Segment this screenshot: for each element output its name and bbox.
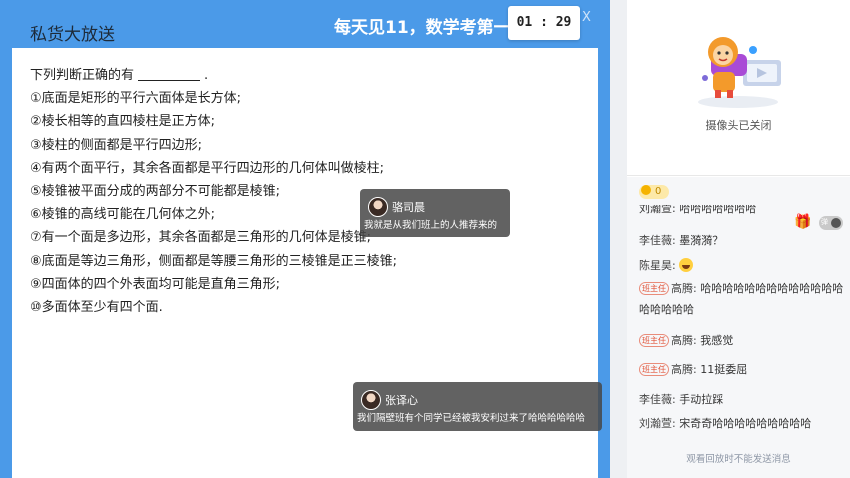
coin-counter: 0 bbox=[639, 185, 670, 199]
danmaku-user: 骆司晨 bbox=[392, 201, 425, 214]
chat-message: 班主任 高腾: 11挺委屈 bbox=[639, 359, 844, 380]
chat-disabled-notice: 观看回放时不能发送消息 bbox=[686, 454, 791, 465]
statement-5: ⑤棱锥被平面分成的两部分不可能都是棱锥; bbox=[30, 184, 281, 200]
avatar bbox=[368, 197, 388, 217]
teacher-badge: 班主任 bbox=[639, 363, 669, 376]
chat-panel: 0 刘瀚萱: 哈哈哈哈哈哈哈 🎁 弹 李佳薇: 墨漪漪？ 陈星昊: 班主任 高腾:… bbox=[627, 177, 850, 478]
app-root: 私货大放送 每天见11，数学考第一 01 : 29 X 下列判断正确的有. ①底… bbox=[0, 0, 850, 478]
camera-area: 摄像头已关闭 bbox=[627, 0, 850, 176]
statement-3: ③棱柱的侧面都是平行四边形; bbox=[30, 137, 203, 153]
gift-icon[interactable]: 🎁 bbox=[794, 214, 811, 230]
chat-message: 李佳薇: 墨漪漪？ bbox=[639, 234, 724, 247]
question-stem: 下列判断正确的有. bbox=[30, 68, 209, 83]
camera-status: 摄像头已关闭 bbox=[705, 119, 772, 132]
countdown-timer: 01 : 29 bbox=[508, 6, 580, 40]
teacher-badge: 班主任 bbox=[639, 282, 669, 295]
coin-icon bbox=[641, 185, 651, 195]
laughing-emoji-icon bbox=[679, 258, 694, 272]
classroom-stage: 私货大放送 每天见11，数学考第一 01 : 29 X 下列判断正确的有. ①底… bbox=[0, 0, 610, 478]
chat-message: 刘瀚萱: 宋奇奇哈哈哈哈哈哈哈哈哈 bbox=[639, 417, 812, 430]
chat-message: 李佳薇: 手动拉踩 bbox=[639, 393, 724, 406]
monkey-camera-icon bbox=[698, 37, 781, 108]
side-panel: 摄像头已关闭 0 刘瀚萱: 哈哈哈哈哈哈哈 🎁 弹 李佳薇: 墨漪漪？ 陈星昊:… bbox=[627, 0, 850, 478]
chat-message: 陈星昊: bbox=[639, 255, 844, 276]
statement-4: ④有两个面平行，其余各面都是平行四边形的几何体叫做棱柱; bbox=[30, 160, 385, 176]
danmaku-text: 我们隔壁班有个同学已经被我安利过来了哈哈哈哈哈哈 bbox=[357, 413, 586, 424]
danmaku-toggle[interactable]: 弹 bbox=[819, 216, 843, 230]
statement-7: ⑦有一个面是多边形，其余各面都是三角形的几何体是棱锥; bbox=[30, 230, 372, 246]
statement-1: ①底面是矩形的平行六面体是长方体; bbox=[30, 91, 242, 107]
statement-8: ⑧底面是等边三角形，侧面都是等腰三角形的三棱锥是正三棱锥; bbox=[30, 253, 398, 269]
question-text: 下列判断正确的有. ①底面是矩形的平行六面体是长方体; ②棱长相等的直四棱柱是正… bbox=[30, 64, 397, 319]
answer-blank bbox=[138, 68, 201, 81]
chat-message-cut: 刘瀚萱: 哈哈哈哈哈哈哈 bbox=[639, 205, 757, 215]
statement-9: ⑨四面体的四个外表面均可能是直角三角形; bbox=[30, 276, 281, 292]
chat-message: 班主任 高腾: 我感觉 bbox=[639, 330, 844, 351]
danmaku-bubble: 骆司晨 我就是从我们班上的人推荐来的 bbox=[360, 189, 510, 237]
avatar bbox=[361, 390, 381, 410]
danmaku-user: 张译心 bbox=[385, 394, 418, 407]
statement-10: ⑩多面体至少有四个面. bbox=[30, 300, 163, 316]
danmaku-text: 我就是从我们班上的人推荐来的 bbox=[364, 220, 498, 231]
slogan-banner: 每天见11，数学考第一 bbox=[334, 18, 511, 38]
chat-message: 班主任 高腾: 哈哈哈哈哈哈哈哈哈哈哈哈哈哈哈哈哈哈 bbox=[639, 282, 844, 316]
teacher-badge: 班主任 bbox=[639, 334, 669, 347]
close-icon[interactable]: X bbox=[582, 10, 591, 25]
stage-title: 私货大放送 bbox=[30, 25, 115, 45]
statement-6: ⑥棱锥的高线可能在几何体之外; bbox=[30, 207, 216, 223]
statement-2: ②棱长相等的直四棱柱是正方体; bbox=[30, 114, 216, 130]
danmaku-bubble: 张译心 我们隔壁班有个同学已经被我安利过来了哈哈哈哈哈哈 bbox=[353, 382, 602, 431]
stage-header: 私货大放送 每天见11，数学考第一 01 : 29 X bbox=[0, 0, 610, 48]
